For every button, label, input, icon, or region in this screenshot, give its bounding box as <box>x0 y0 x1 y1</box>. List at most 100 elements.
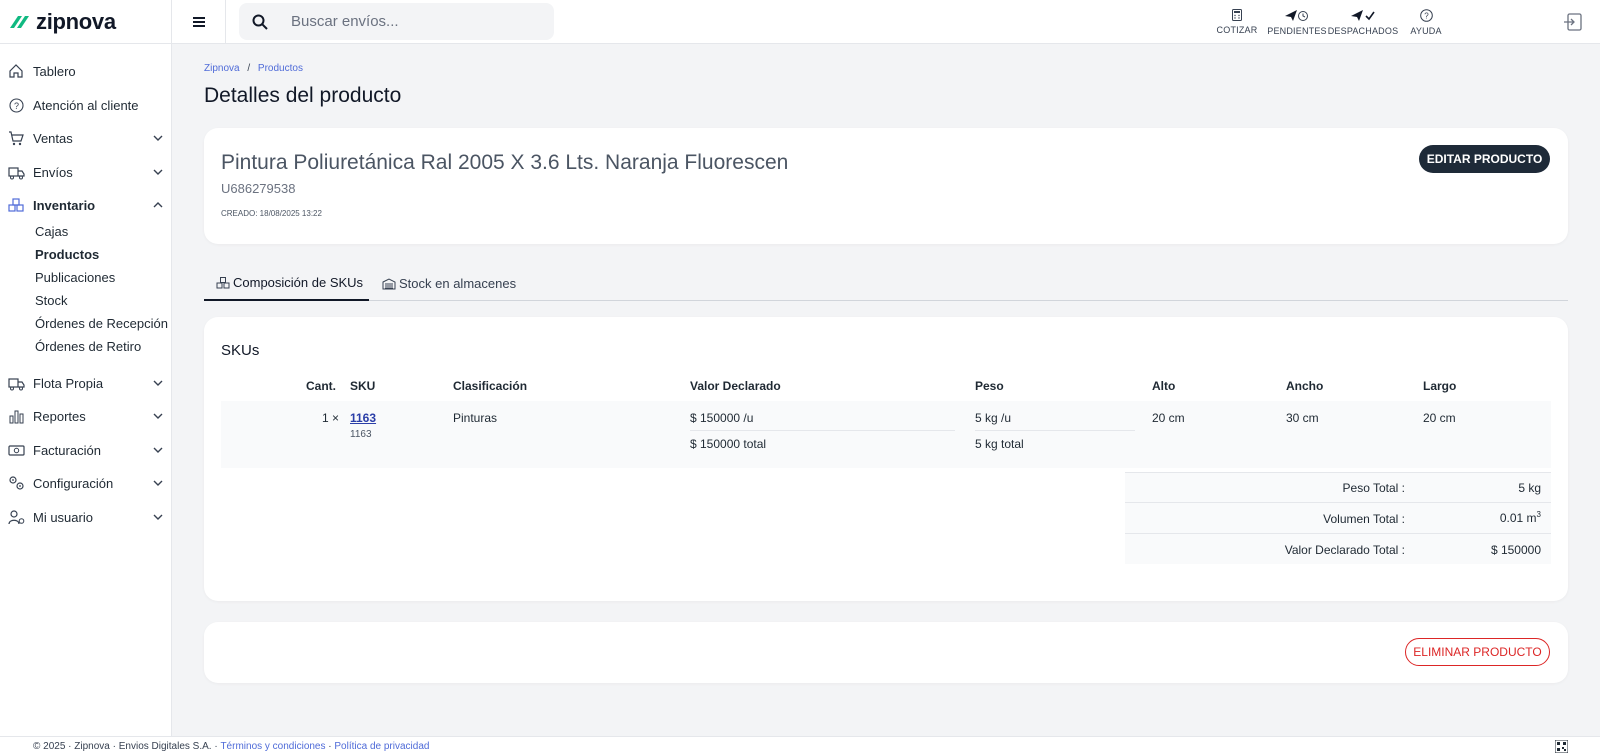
footer: © 2025 · Zipnova · Envios Digitales S.A.… <box>0 736 1600 755</box>
user-gear-icon <box>7 508 25 526</box>
zipnova-logo-icon <box>10 15 29 28</box>
terms-link[interactable]: Términos y condiciones <box>220 741 325 752</box>
edit-product-button[interactable]: EDITAR PRODUCTO <box>1419 145 1550 173</box>
sidebar-item-mi-usuario[interactable]: Mi usuario <box>0 503 172 531</box>
sku-value-total: $ 150000 total <box>690 437 767 451</box>
sidebar-item-inventario[interactable]: Inventario <box>0 191 172 219</box>
sidebar-item-label: Configuración <box>33 475 114 491</box>
boxes-icon <box>7 196 25 214</box>
footer-copyright: © 2025 · Zipnova · Envios Digitales S.A.… <box>33 740 221 752</box>
send-check-icon <box>1351 9 1375 21</box>
product-created-date: CREADO: 18/08/2025 13:22 <box>221 209 322 218</box>
sidebar-item-facturacion[interactable]: Facturación <box>0 436 172 464</box>
brand-logo[interactable]: zipnova <box>0 0 172 44</box>
col-header-width: Ancho <box>1286 379 1324 393</box>
tab-sku-composition[interactable]: Composición de SKUs <box>204 266 369 301</box>
table-row <box>221 401 1551 468</box>
sku-link[interactable]: 1163 <box>350 411 376 425</box>
sidebar-item-atencion[interactable]: ? Atención al cliente <box>0 91 172 119</box>
dispatched-label: DESPACHADOS <box>1327 25 1399 36</box>
sku-height: 20 cm <box>1152 411 1185 425</box>
tab-label: Composición de SKUs <box>233 275 364 290</box>
sidebar-item-label: Reportes <box>33 408 86 424</box>
tab-warehouse-stock[interactable]: Stock en almacenes <box>382 266 516 301</box>
col-header-declared-value: Valor Declarado <box>690 379 781 393</box>
totals-divider <box>1125 502 1551 503</box>
hamburger-icon <box>192 16 205 27</box>
col-header-qty: Cant. <box>306 379 336 393</box>
total-weight-value: 5 kg <box>1518 481 1541 495</box>
total-volume-label: Volumen Total : <box>1323 512 1405 526</box>
svg-text:?: ? <box>13 101 18 111</box>
sidebar-item-configuracion[interactable]: Configuración <box>0 469 172 497</box>
total-volume-unit-exponent: 3 <box>1536 510 1541 519</box>
sidebar-item-label: Ventas <box>33 130 73 146</box>
sidebar-item-envios[interactable]: Envíos <box>0 158 172 186</box>
skus-title: SKUs <box>221 342 260 359</box>
logout-icon[interactable] <box>1563 11 1585 33</box>
breadcrumb-current-link[interactable]: Productos <box>258 63 303 74</box>
delete-product-button[interactable]: ELIMINAR PRODUCTO <box>1405 638 1550 666</box>
sidebar-item-ventas[interactable]: Ventas <box>0 124 172 152</box>
pending-button[interactable]: PENDIENTES <box>1267 0 1327 44</box>
danger-zone-card <box>204 622 1568 683</box>
sidebar-item-label: Tablero <box>33 63 76 79</box>
breadcrumb-home-link[interactable]: Zipnova <box>204 63 240 74</box>
home-icon <box>7 62 25 80</box>
sidebar-sub-productos[interactable]: Productos <box>35 247 99 262</box>
weight-divider <box>975 430 1135 431</box>
sidebar-sub-ordenes-recepcion[interactable]: Órdenes de Recepción <box>35 316 168 331</box>
help-circle-icon: ? <box>1419 8 1433 22</box>
search-input[interactable] <box>291 13 551 30</box>
privacy-link[interactable]: Política de privacidad <box>334 741 429 752</box>
qr-code-icon[interactable] <box>1555 740 1568 753</box>
sku-classification: Pinturas <box>453 411 498 425</box>
sidebar-item-flota[interactable]: Flota Propia <box>0 369 172 397</box>
sidebar-item-reportes[interactable]: Reportes <box>0 402 172 430</box>
sku-value-unit: $ 150000 /u <box>690 411 754 425</box>
totals-divider <box>1125 533 1551 534</box>
dispatched-button[interactable]: DESPACHADOS <box>1328 0 1398 44</box>
hamburger-menu-button[interactable] <box>172 0 226 44</box>
bar-chart-icon <box>7 407 25 425</box>
svg-text:?: ? <box>1424 11 1429 20</box>
send-clock-icon <box>1285 9 1308 21</box>
sidebar-sub-cajas[interactable]: Cajas <box>35 224 68 239</box>
sidebar-item-tablero[interactable]: Tablero <box>0 57 172 85</box>
totals-divider <box>1125 472 1551 473</box>
quote-button[interactable]: COTIZAR <box>1214 0 1260 44</box>
product-name: Pintura Poliuretánica Ral 2005 X 3.6 Lts… <box>221 151 789 174</box>
chevron-down-icon <box>153 413 163 419</box>
search-box <box>239 3 554 40</box>
chevron-down-icon <box>153 480 163 486</box>
col-header-weight: Peso <box>975 379 1004 393</box>
sidebar-sub-ordenes-retiro[interactable]: Órdenes de Retiro <box>35 339 141 354</box>
help-button[interactable]: ? AYUDA <box>1408 0 1444 44</box>
sku-weight-total: 5 kg total <box>975 437 1024 451</box>
skus-card: SKUs Cant. SKU Clasificación Valor Decla… <box>204 317 1568 601</box>
total-volume-value: 0.01 m3 <box>1405 510 1541 525</box>
top-header: zipnova COTIZAR PENDIENTES DESPACHADOS ?… <box>0 0 1600 44</box>
sidebar-sub-publicaciones[interactable]: Publicaciones <box>35 270 115 285</box>
chevron-down-icon <box>153 447 163 453</box>
top-actions: COTIZAR PENDIENTES DESPACHADOS ? AYUDA <box>1217 0 1444 44</box>
sidebar: Tablero ? Atención al cliente Ventas Env… <box>0 44 172 736</box>
pending-label: PENDIENTES <box>1267 25 1327 36</box>
sku-length: 20 cm <box>1423 411 1456 425</box>
calculator-icon <box>1232 9 1242 21</box>
cash-icon <box>7 441 25 459</box>
sidebar-item-label: Mi usuario <box>33 509 93 525</box>
brand-name: zipnova <box>36 8 116 34</box>
sidebar-sub-stock[interactable]: Stock <box>35 293 68 308</box>
col-header-sku: SKU <box>350 379 376 393</box>
totals-box: Peso Total : 5 kg Volumen Total : 0.01 m… <box>1125 472 1551 564</box>
search-icon[interactable] <box>239 14 281 30</box>
sidebar-item-label: Atención al cliente <box>33 97 139 113</box>
sidebar-item-label: Facturación <box>33 442 101 458</box>
chevron-up-icon <box>153 202 163 208</box>
chevron-down-icon <box>153 169 163 175</box>
page-title: Detalles del producto <box>204 84 402 107</box>
sidebar-item-label: Inventario <box>33 197 96 213</box>
footer-separator: · <box>325 740 335 752</box>
sidebar-item-label: Flota Propia <box>33 375 104 391</box>
